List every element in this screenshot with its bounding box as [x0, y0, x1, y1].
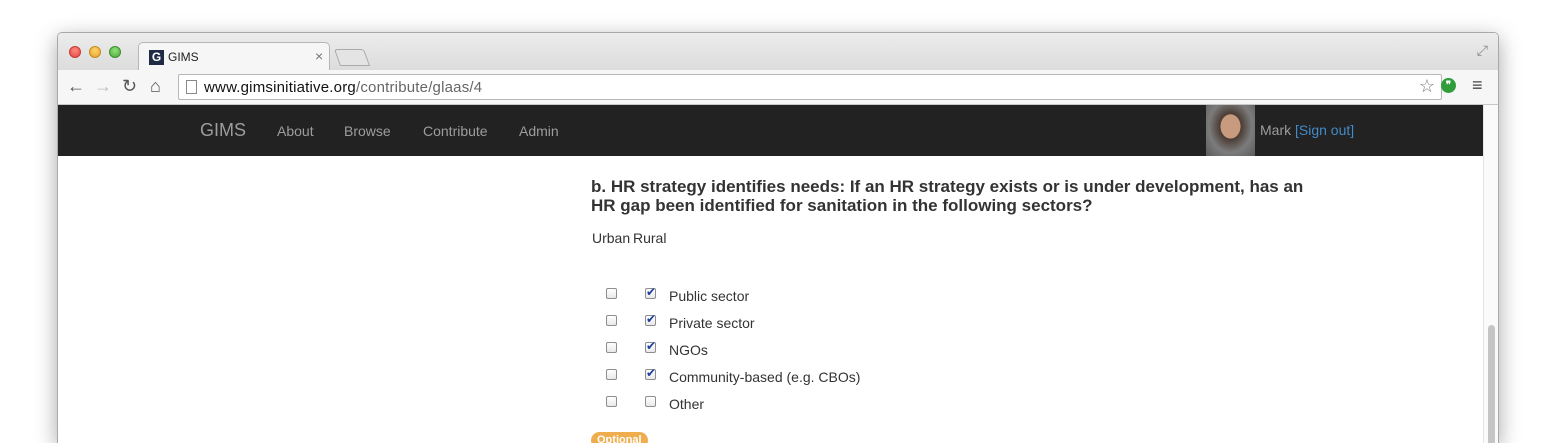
page-icon: [186, 80, 197, 94]
menu-icon[interactable]: ≡: [1472, 75, 1483, 96]
reload-icon[interactable]: ↻: [122, 75, 137, 97]
close-window-button[interactable]: [69, 46, 81, 58]
rural-checkbox-ngos[interactable]: [645, 339, 656, 353]
sign-out-link[interactable]: [Sign out]: [1295, 122, 1354, 138]
row-label-private-sector: Private sector: [669, 315, 755, 331]
bookmark-star-icon[interactable]: ☆: [1419, 76, 1435, 97]
page-viewport: GIMS About Browse Contribute Admin Mark …: [58, 105, 1498, 443]
user-name: Mark: [1260, 122, 1292, 138]
nav-admin[interactable]: Admin: [519, 123, 559, 139]
url-host: www.gimsinitiative.org: [204, 79, 356, 96]
nav-contribute[interactable]: Contribute: [423, 123, 488, 139]
rural-checkbox-community-based[interactable]: [645, 366, 656, 380]
rural-checkbox-public-sector[interactable]: [645, 285, 656, 299]
urban-checkbox-public-sector[interactable]: [606, 288, 617, 299]
urban-checkbox-ngos[interactable]: [606, 342, 617, 353]
new-tab-button[interactable]: [333, 49, 371, 66]
nav-browse[interactable]: Browse: [344, 123, 391, 139]
site-navbar: GIMS About Browse Contribute Admin Mark …: [58, 105, 1483, 156]
hangouts-extension-icon[interactable]: ❞: [1441, 78, 1456, 93]
rural-checkbox-private-sector[interactable]: [645, 312, 656, 326]
browser-window: G GIMS × ⤢ ← → ↻ ⌂ www.gimsinitiative.or…: [57, 32, 1499, 443]
row-label-ngos: NGOs: [669, 342, 708, 358]
back-arrow-icon[interactable]: ←: [67, 75, 85, 97]
avatar: [1206, 105, 1255, 156]
url-path: /contribute/glaas/4: [355, 79, 483, 96]
title-bar: G GIMS × ⤢: [58, 33, 1498, 71]
browser-tab[interactable]: G GIMS ×: [138, 42, 330, 71]
home-icon[interactable]: ⌂: [150, 75, 161, 97]
column-header-urban: Urban: [592, 230, 631, 246]
url-text[interactable]: www.gimsinitiative.org/contribute/glaas/…: [204, 79, 482, 96]
minimize-window-button[interactable]: [89, 46, 101, 58]
vertical-scrollbar[interactable]: [1483, 105, 1498, 443]
urban-checkbox-private-sector[interactable]: [606, 315, 617, 326]
urban-checkbox-community-based[interactable]: [606, 369, 617, 380]
row-label-community-based: Community-based (e.g. CBOs): [669, 369, 861, 385]
nav-about[interactable]: About: [277, 123, 314, 139]
urban-checkbox-other[interactable]: [606, 396, 617, 407]
forward-arrow-icon[interactable]: →: [94, 75, 112, 97]
row-label-other: Other: [669, 396, 705, 412]
address-bar[interactable]: www.gimsinitiative.org/contribute/glaas/…: [178, 74, 1442, 100]
column-header-rural: Rural: [633, 230, 667, 246]
question-title: b. HR strategy identifies needs: If an H…: [591, 177, 1304, 215]
rural-checkbox-other[interactable]: [645, 396, 656, 407]
gims-favicon-icon: G: [149, 50, 164, 65]
tab-close-icon[interactable]: ×: [315, 48, 323, 64]
tab-title: GIMS: [168, 50, 199, 64]
optional-badge: Optional: [591, 432, 648, 443]
brand-link[interactable]: GIMS: [200, 120, 246, 141]
scrollbar-thumb[interactable]: [1488, 325, 1495, 443]
browser-toolbar: ← → ↻ ⌂ www.gimsinitiative.org/contribut…: [58, 70, 1498, 105]
fullscreen-icon[interactable]: ⤢: [1477, 42, 1488, 59]
zoom-window-button[interactable]: [109, 46, 121, 58]
row-label-public-sector: Public sector: [669, 288, 750, 304]
